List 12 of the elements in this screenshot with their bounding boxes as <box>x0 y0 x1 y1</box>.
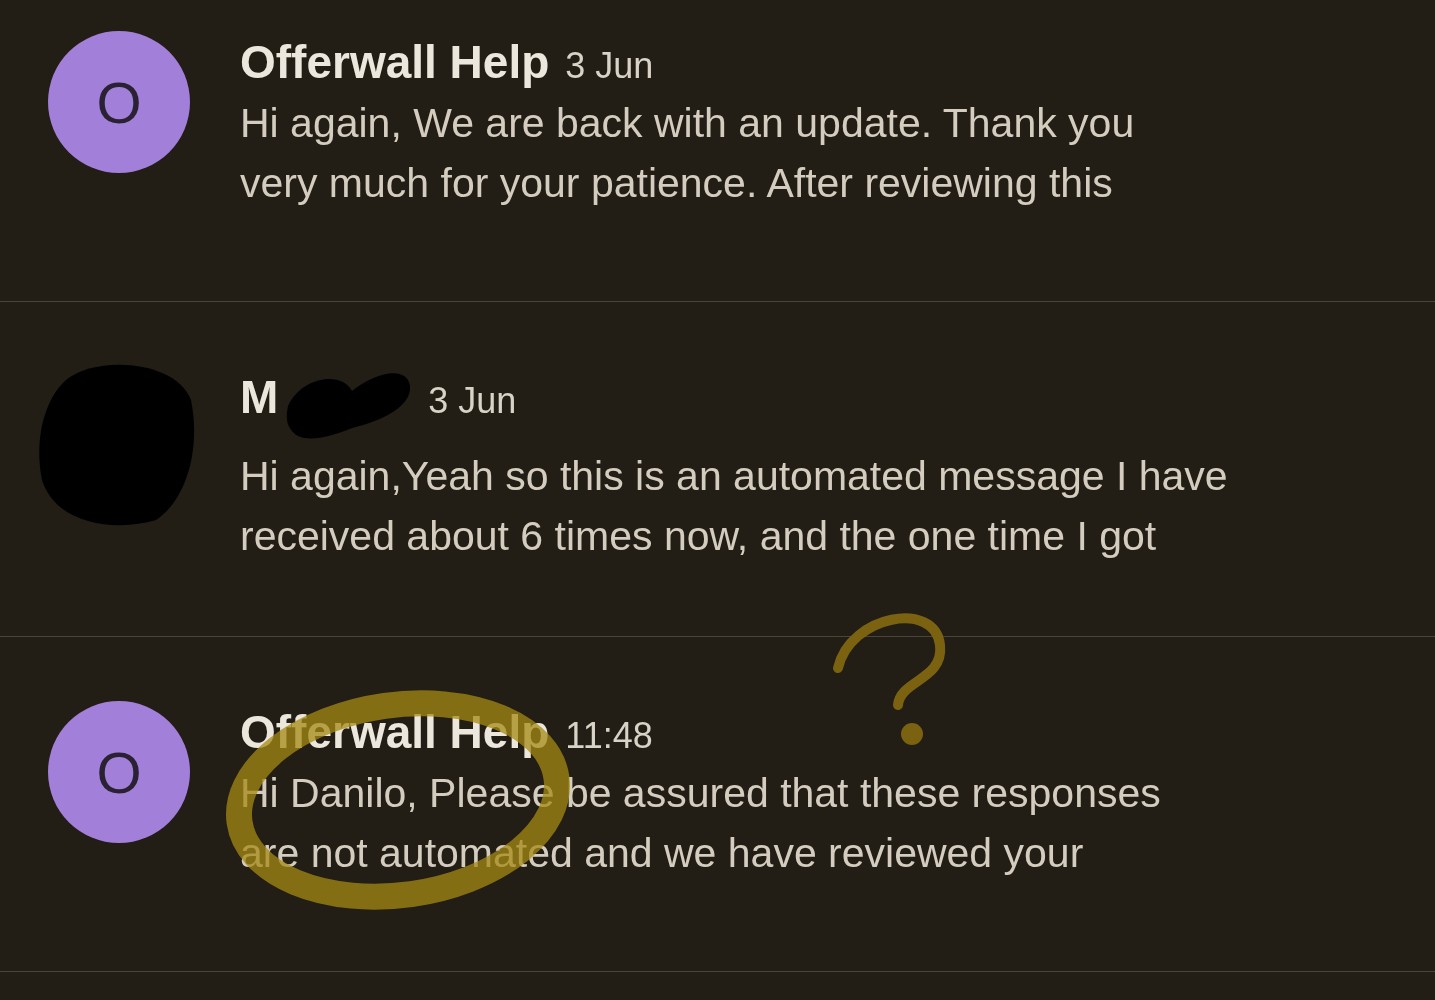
message-time: 3 Jun <box>428 379 517 423</box>
sender-name: M <box>240 370 279 425</box>
sender-name: Offerwall Help <box>240 705 550 760</box>
message-preview: received about 6 times now, and the one time I got <box>240 512 1158 561</box>
sender-name: Offerwall Help <box>240 35 550 90</box>
message-preview: Hi again,Yeah so this is an automated message I have <box>240 452 1228 501</box>
message-preview: Hi again, We are back with an update. Thank you <box>240 99 1135 148</box>
avatar: O <box>48 31 190 173</box>
avatar: O <box>48 701 190 843</box>
message-time: 11:48 <box>565 714 653 758</box>
message-time: 3 Jun <box>565 44 654 88</box>
message-preview: very much for your patience. After reviewing this <box>240 159 1114 208</box>
